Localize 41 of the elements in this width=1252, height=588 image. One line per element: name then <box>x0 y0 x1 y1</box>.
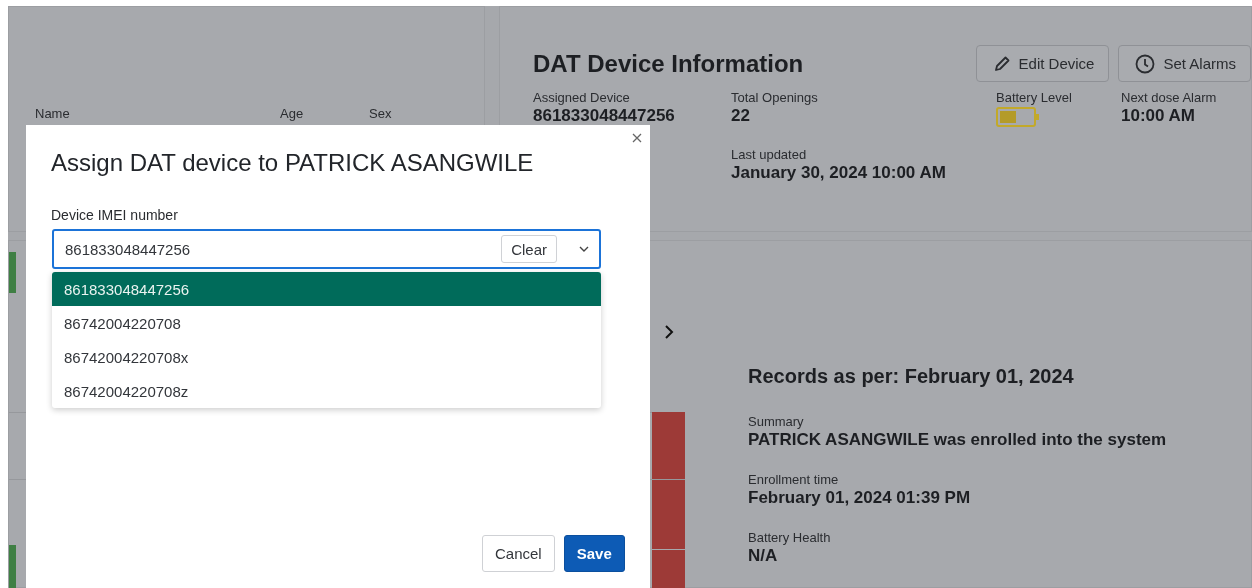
field-label: Assigned Device <box>533 90 631 105</box>
field-value: 10:00 AM <box>1121 106 1196 126</box>
calendar-bar <box>652 412 685 479</box>
field-label: Total Openings <box>731 90 819 105</box>
field-value: February 01, 2024 01:39 PM <box>748 488 972 508</box>
alarm-button[interactable]: Set Alarms <box>1118 45 1251 82</box>
clock-icon <box>1135 53 1156 74</box>
imei-field[interactable]: 861833048447256 Clear <box>52 229 601 269</box>
field-value: 22 <box>731 106 751 126</box>
dropdown-option[interactable]: 86742004220708x <box>52 340 601 374</box>
field-label: Battery Health <box>748 530 832 545</box>
chevron-down-icon[interactable] <box>579 246 589 252</box>
field-label: Battery Level <box>996 90 1073 105</box>
field-value: PATRICK ASANGWILE was enrolled into the system <box>748 430 1167 450</box>
battery-icon <box>996 107 1040 127</box>
field-label: Enrollment time <box>748 472 840 487</box>
dropdown-option[interactable]: 861833048447256 <box>52 272 601 306</box>
field-value: N/A <box>748 546 779 566</box>
close-icon[interactable] <box>630 131 644 145</box>
field-label: Summary <box>748 414 805 429</box>
edit-button[interactable]: Edit Device <box>975 45 1110 82</box>
records-title: Records as per: February 01, 2024 <box>748 365 1075 388</box>
field-label: Name <box>35 106 70 121</box>
clear-button[interactable]: Clear <box>501 235 557 263</box>
dropdown-option[interactable]: 86742004220708z <box>52 374 601 408</box>
dropdown-option[interactable]: 86742004220708 <box>52 306 601 340</box>
field-value: January 30, 2024 10:00 AM <box>731 163 947 183</box>
field-label: Sex <box>369 106 392 121</box>
field-value: 861833048447256 <box>533 106 676 126</box>
save-button[interactable]: Save <box>563 535 625 572</box>
field-label: Device IMEI number <box>51 207 179 223</box>
calendar-bar <box>9 545 16 588</box>
field-label: Last updated <box>731 147 808 162</box>
chevron-right-icon[interactable] <box>664 325 674 339</box>
cancel-button[interactable]: Cancel <box>482 535 555 572</box>
card-title: DAT Device Information <box>533 49 804 78</box>
field-label: Next dose Alarm <box>1121 90 1218 105</box>
field-label: Age <box>280 106 304 121</box>
dialog-title: Assign DAT device to PATRICK ASANGWILE <box>51 149 535 177</box>
calendar-bar <box>9 252 16 293</box>
pencil-icon <box>992 54 1011 73</box>
